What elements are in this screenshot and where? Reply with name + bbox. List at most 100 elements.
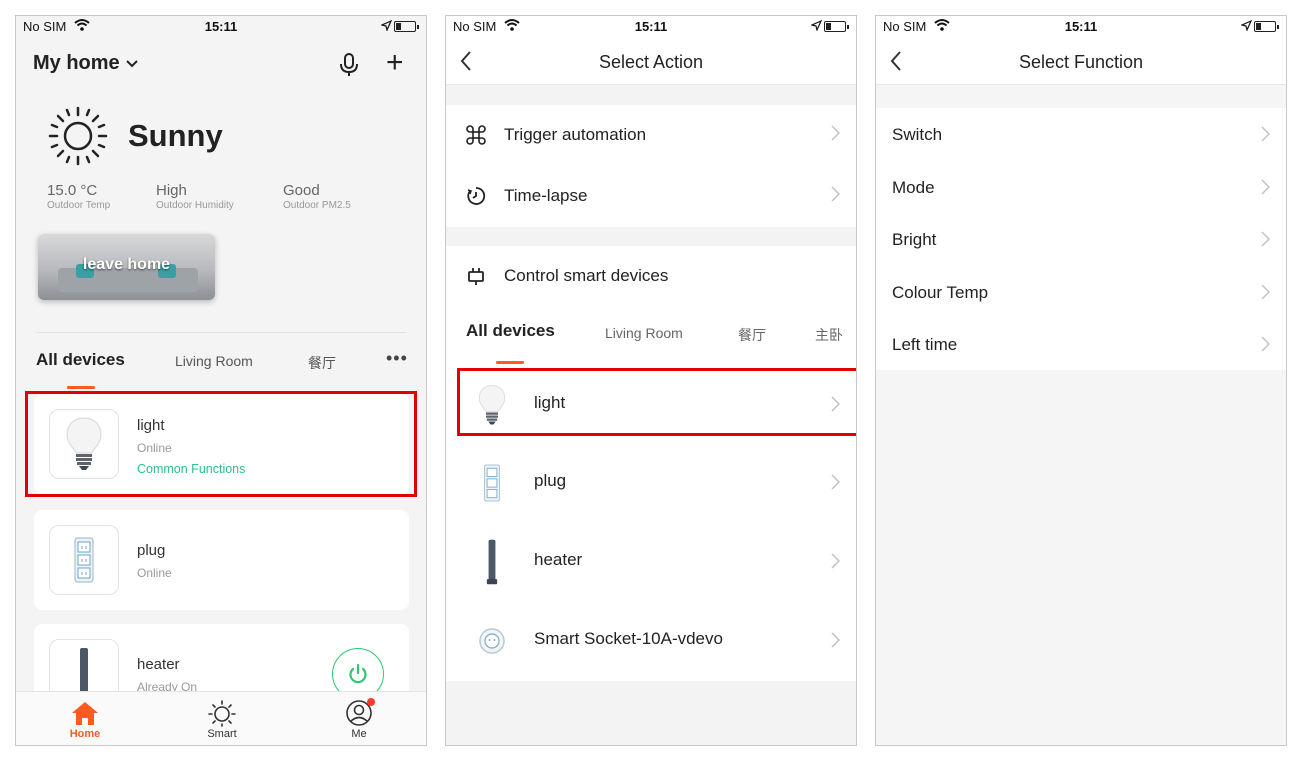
- function-row-mode[interactable]: Mode: [876, 161, 1286, 213]
- device-row-plug[interactable]: plug: [446, 444, 856, 522]
- nav-bar: Select Function: [876, 38, 1286, 85]
- highlight-box: [457, 368, 856, 436]
- nav-bar: Select Action: [446, 38, 856, 85]
- status-bar: No SIM 15:11: [446, 16, 856, 38]
- device-card-plug[interactable]: plug Online: [34, 510, 409, 610]
- chevron-right-icon: [1261, 284, 1271, 305]
- sun-icon: [46, 104, 110, 173]
- home-screen: No SIM 15:11 My home + Sunny 15.0 °C Out…: [15, 15, 427, 746]
- stat-value: Good: [283, 182, 320, 199]
- tab-me[interactable]: Me: [324, 698, 394, 740]
- highlight-box: [25, 391, 417, 497]
- plug-icon: [74, 537, 94, 583]
- chevron-right-icon: [1261, 336, 1271, 357]
- function-label: Mode: [892, 178, 935, 197]
- location-arrow-icon: [1240, 19, 1253, 34]
- tab-smart[interactable]: Smart: [187, 698, 257, 740]
- action-section: Trigger automation Time-lapse: [446, 105, 856, 227]
- select-action-screen: No SIM 15:11 Select Action Trigger autom…: [445, 15, 857, 746]
- notification-dot: [367, 698, 375, 706]
- tab-master-bedroom[interactable]: 主卧: [815, 325, 843, 345]
- home-title: My home: [33, 52, 120, 74]
- function-row-bright[interactable]: Bright: [876, 213, 1286, 265]
- active-tab-indicator: [67, 386, 95, 389]
- function-label: Colour Temp: [892, 283, 989, 302]
- battery-icon: [394, 21, 419, 32]
- stat-label: Outdoor PM2.5: [283, 200, 351, 211]
- function-label: Left time: [892, 335, 958, 354]
- tab-living-room[interactable]: Living Room: [175, 353, 253, 369]
- row-control-smart-devices: Control smart devices: [446, 246, 856, 306]
- chevron-right-icon: [831, 632, 841, 653]
- room-tabs: All devices Living Room 餐厅 主卧: [446, 321, 856, 351]
- smart-sun-icon: [208, 700, 236, 727]
- row-label: Trigger automation: [504, 125, 647, 144]
- row-trigger-automation[interactable]: Trigger automation: [446, 105, 856, 165]
- device-name: heater: [137, 656, 180, 673]
- device-name: plug: [137, 542, 166, 559]
- tab-living-room[interactable]: Living Room: [605, 325, 683, 341]
- location-arrow-icon: [810, 19, 823, 34]
- chevron-right-icon: [831, 186, 841, 207]
- clock: 15:11: [634, 19, 668, 34]
- weather-condition: Sunny: [128, 118, 223, 153]
- add-icon[interactable]: +: [386, 48, 404, 78]
- clock: 15:11: [1064, 19, 1098, 34]
- stat-humidity: High Outdoor Humidity: [156, 182, 234, 211]
- page-title: Select Action: [598, 52, 704, 72]
- device-control-icon: [466, 266, 486, 291]
- device-name: plug: [534, 471, 567, 490]
- stat-label: Outdoor Humidity: [156, 200, 234, 211]
- plug-icon: [470, 458, 514, 508]
- device-name: Smart Socket-10A-vdevo: [534, 629, 723, 648]
- function-row-colour-temp[interactable]: Colour Temp: [876, 266, 1286, 318]
- device-row-smart-socket[interactable]: Smart Socket-10A-vdevo: [446, 602, 856, 680]
- bottom-tab-bar: Home Smart Me: [16, 691, 426, 745]
- tab-dining-room[interactable]: 餐厅: [308, 353, 336, 373]
- row-time-lapse[interactable]: Time-lapse: [446, 166, 856, 226]
- tab-all-devices[interactable]: All devices: [36, 350, 125, 370]
- divider: [36, 332, 406, 333]
- function-label: Bright: [892, 230, 937, 249]
- battery-icon: [1254, 21, 1279, 32]
- function-row-left-time[interactable]: Left time: [876, 318, 1286, 370]
- device-thumb: [49, 525, 119, 595]
- clock: 15:11: [204, 19, 238, 34]
- select-function-screen: No SIM 15:11 Select Function Switch Mode…: [875, 15, 1287, 746]
- device-row-heater[interactable]: heater: [446, 523, 856, 601]
- chevron-right-icon: [1261, 179, 1271, 200]
- function-list: Switch Mode Bright Colour Temp Left time: [876, 108, 1286, 370]
- chevron-right-icon: [1261, 231, 1271, 252]
- tab-label: Home: [69, 728, 101, 740]
- function-row-switch[interactable]: Switch: [876, 108, 1286, 160]
- tab-label: Smart: [207, 728, 237, 740]
- more-icon[interactable]: •••: [386, 348, 408, 369]
- tab-dining-room[interactable]: 餐厅: [738, 325, 766, 345]
- row-label: Time-lapse: [504, 186, 588, 205]
- home-selector[interactable]: My home: [33, 52, 138, 75]
- microphone-icon[interactable]: [338, 52, 360, 83]
- chevron-down-icon: [125, 59, 138, 67]
- device-name: heater: [534, 550, 583, 569]
- device-status: Online: [137, 566, 172, 580]
- status-bar: No SIM 15:11: [16, 16, 426, 38]
- row-label: Control smart devices: [504, 266, 669, 285]
- room-tabs: All devices Living Room 餐厅 •••: [16, 348, 426, 380]
- chevron-right-icon: [831, 553, 841, 574]
- page-title: Select Function: [1018, 52, 1144, 72]
- stat-label: Outdoor Temp: [47, 200, 111, 211]
- chevron-right-icon: [1261, 126, 1271, 147]
- command-icon: [466, 125, 486, 150]
- chevron-right-icon: [831, 474, 841, 495]
- scene-card-leave-home[interactable]: leave home: [38, 234, 215, 300]
- function-label: Switch: [892, 125, 943, 144]
- tab-all-devices[interactable]: All devices: [466, 321, 555, 341]
- battery-icon: [824, 21, 849, 32]
- status-bar: No SIM 15:11: [876, 16, 1286, 38]
- stat-value: High: [156, 182, 187, 199]
- timer-icon: [466, 186, 486, 211]
- power-icon: [349, 663, 367, 684]
- chevron-right-icon: [831, 125, 841, 146]
- tab-home[interactable]: Home: [50, 698, 120, 740]
- tab-label: Me: [351, 728, 367, 740]
